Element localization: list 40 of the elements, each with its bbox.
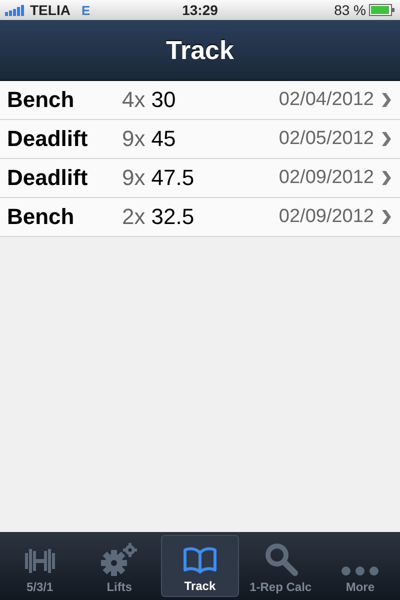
log-entry-row[interactable]: Bench 4x 30 02/04/2012 <box>0 81 400 120</box>
entry-date: 02/09/2012 <box>278 206 374 228</box>
lift-name: Deadlift <box>7 126 89 152</box>
tab-button[interactable]: Lifts <box>82 535 158 597</box>
book-icon <box>180 545 219 575</box>
weight-value: 30 <box>151 87 176 113</box>
entry-date: 02/05/2012 <box>278 128 374 150</box>
lift-name: Bench <box>7 204 76 230</box>
weight-value: 47.5 <box>151 165 194 191</box>
chevron-icon <box>380 131 392 147</box>
reps-count: 9x <box>122 165 146 191</box>
battery-percent: 83 % <box>334 2 366 18</box>
tab-button[interactable]: 5/3/1 <box>2 535 78 597</box>
lift-name: Bench <box>7 87 76 113</box>
network-type: E <box>81 2 90 18</box>
log-entry-row[interactable]: Deadlift 9x 45 02/05/2012 <box>0 120 400 159</box>
more-icon <box>341 566 380 576</box>
chevron-icon <box>380 209 392 225</box>
screen-title: Track <box>166 34 234 66</box>
chevron-icon <box>380 170 392 186</box>
tab-button[interactable]: 1-Rep Calc <box>242 535 318 597</box>
reps-count: 2x <box>122 204 146 230</box>
gears-icon <box>99 542 140 576</box>
reps-count: 9x <box>122 126 146 152</box>
weight-value: 45 <box>151 126 176 152</box>
reps-count: 4x <box>122 87 146 113</box>
chevron-icon <box>380 92 392 108</box>
log-entry-row[interactable]: Deadlift 9x 47.5 02/09/2012 <box>0 159 400 198</box>
weight-value: 32.5 <box>151 204 194 230</box>
log-entry-row[interactable]: Bench 2x 32.5 02/09/2012 <box>0 198 400 237</box>
carrier-name: TELIA <box>30 2 70 18</box>
clock-time: 13:29 <box>182 2 218 18</box>
tab-button[interactable]: Track <box>161 535 239 597</box>
tab-button[interactable]: More <box>322 535 398 597</box>
lift-name: Deadlift <box>7 165 89 191</box>
battery-icon <box>369 4 395 16</box>
signal-icon <box>5 4 27 16</box>
entry-date: 02/04/2012 <box>278 89 374 111</box>
search-icon <box>262 542 299 576</box>
entry-date: 02/09/2012 <box>278 167 374 189</box>
